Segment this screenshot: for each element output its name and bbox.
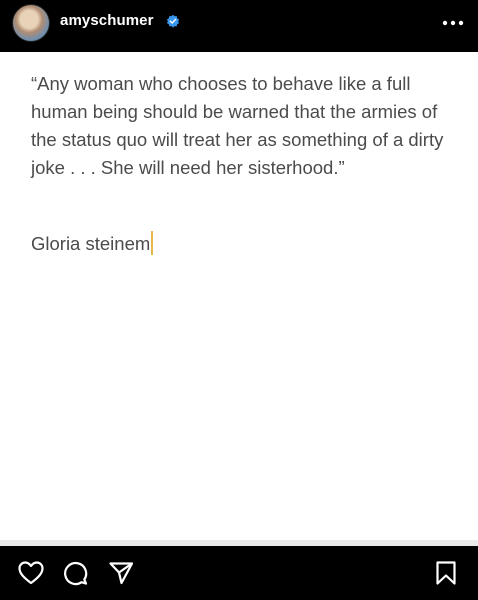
post-header: amyschumer <box>0 0 478 50</box>
heart-icon[interactable] <box>18 560 44 586</box>
post-actions-bar <box>0 546 478 600</box>
bookmark-icon[interactable] <box>433 560 459 586</box>
author-name: Gloria steinem <box>31 233 151 254</box>
share-icon[interactable] <box>108 560 134 586</box>
instagram-post-view: amyschumer “Any woman who chooses to beh… <box>0 0 478 600</box>
verified-badge-icon <box>166 14 180 28</box>
quote-author: Gloria steinem <box>31 230 154 258</box>
post-image-text-card[interactable]: “Any woman who chooses to behave like a … <box>0 52 478 540</box>
more-options-icon[interactable] <box>440 13 466 33</box>
avatar[interactable] <box>12 4 50 42</box>
quote-text: “Any woman who chooses to behave like a … <box>31 73 444 178</box>
text-cursor <box>151 231 154 255</box>
username-link[interactable]: amyschumer <box>60 12 154 29</box>
comment-icon[interactable] <box>62 560 88 586</box>
